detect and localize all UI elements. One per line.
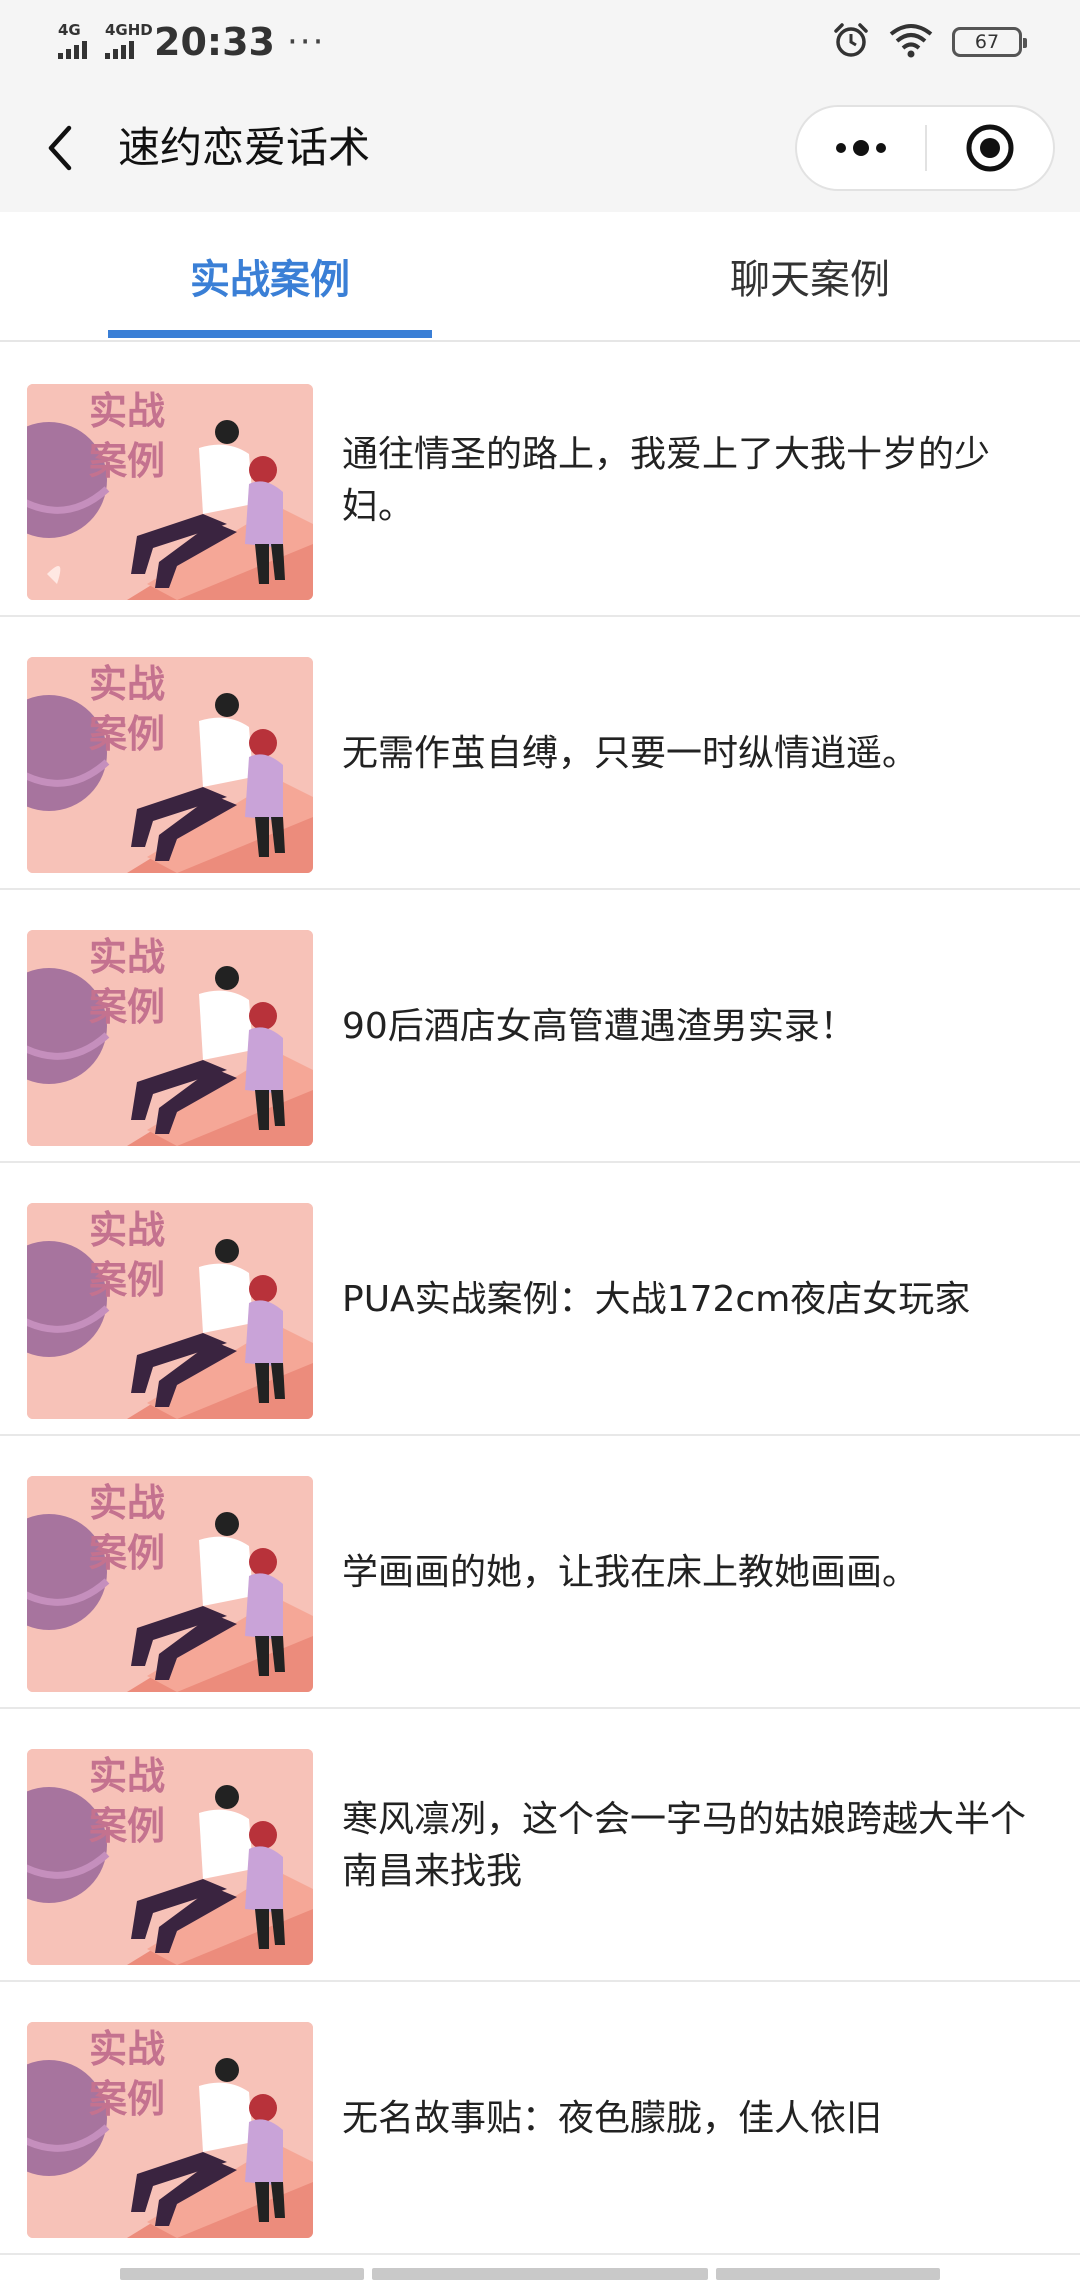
thumbnail-caption-line2: 案例 — [89, 1804, 165, 1848]
thumbnail-caption-line2: 案例 — [89, 1531, 165, 1575]
chevron-left-icon — [48, 125, 72, 171]
list-item[interactable]: 实战 案例 寒风凛冽，这个会一字马的姑娘跨越大半个南昌来找我 — [0, 1709, 1080, 1982]
thumbnail-caption-line1: 实战 — [89, 1754, 165, 1798]
miniprogram-capsule — [795, 105, 1055, 191]
list-item[interactable]: 实战 案例 学画画的她，让我在床上教她画画。 — [0, 1436, 1080, 1709]
item-title: 学画画的她，让我在床上教她画画。 — [342, 1551, 919, 1593]
list-item[interactable]: 实战 案例 PUA实战案例：大战172cm夜店女玩家 — [0, 1163, 1080, 1436]
thumbnail-caption-line2: 案例 — [89, 712, 165, 756]
more-notifications-icon: ··· — [286, 22, 326, 62]
tab-chat-cases[interactable]: 聊天案例 — [540, 212, 1080, 340]
list-item[interactable]: 实战 案例 通往情圣的路上，我爱上了大我十岁的少妇。 — [0, 344, 1080, 617]
signal-1: 4G — [58, 21, 87, 59]
case-thumbnail: 实战 案例 — [27, 1203, 313, 1419]
thumbnail-caption-line1: 实战 — [89, 389, 165, 433]
item-title: 通往情圣的路上，我爱上了大我十岁的少妇。 — [342, 433, 991, 527]
item-title: 90后酒店女高管遭遇渣男实录！ — [342, 1005, 856, 1047]
thumbnail-caption-line2: 案例 — [89, 985, 165, 1029]
active-tab-indicator — [108, 330, 432, 338]
case-thumbnail: 实战 案例 — [27, 930, 313, 1146]
status-left: 4G 4GHD 20:33 ··· — [58, 20, 325, 64]
list-item[interactable]: 实战 案例 90后酒店女高管遭遇渣男实录！ — [0, 890, 1080, 1163]
case-thumbnail: 实战 案例 — [27, 2022, 313, 2238]
alarm-icon — [832, 21, 870, 63]
battery-icon: 67 — [952, 27, 1027, 57]
case-thumbnail: 实战 案例 — [27, 1476, 313, 1692]
next-item-hint — [372, 2268, 708, 2280]
item-title: 无需作茧自缚，只要一时纵情逍遥。 — [342, 732, 919, 774]
network-label-1: 4G — [58, 21, 81, 39]
next-item-hint — [716, 2268, 940, 2280]
next-item-hint — [120, 2268, 364, 2280]
clock: 20:33 — [154, 20, 275, 64]
thumbnail-caption-line1: 实战 — [89, 2027, 165, 2071]
nav-bar: 速约恋爱话术 — [0, 84, 1080, 212]
more-button[interactable] — [797, 107, 925, 189]
tab-bar: 实战案例 聊天案例 — [0, 212, 1080, 342]
case-thumbnail: 实战 案例 — [27, 1749, 313, 1965]
case-list: 实战 案例 通往情圣的路上，我爱上了大我十岁的少妇。 实战 案例 无需作茧自缚，… — [0, 344, 1080, 2255]
battery-level: 67 — [974, 31, 1000, 53]
thumbnail-caption-line1: 实战 — [89, 662, 165, 706]
target-close-icon — [966, 124, 1014, 172]
network-label-2: 4GHD — [105, 21, 153, 39]
item-title: PUA实战案例：大战172cm夜店女玩家 — [342, 1278, 971, 1320]
thumbnail-caption-line1: 实战 — [89, 935, 165, 979]
thumbnail-caption-line2: 案例 — [89, 439, 165, 483]
page-title: 速约恋爱话术 — [118, 123, 371, 172]
case-thumbnail: 实战 案例 — [27, 657, 313, 873]
more-dots-icon — [836, 140, 886, 156]
case-thumbnail: 实战 案例 — [27, 384, 313, 600]
signal-bars-icon — [105, 41, 134, 59]
signal-2: 4GHD — [105, 21, 153, 59]
back-button[interactable] — [30, 118, 90, 178]
thumbnail-caption-line2: 案例 — [89, 1258, 165, 1302]
signal-bars-icon — [58, 41, 87, 59]
item-title: 寒风凛冽，这个会一字马的姑娘跨越大半个南昌来找我 — [342, 1798, 1027, 1892]
close-button[interactable] — [927, 107, 1053, 189]
thumbnail-caption-line1: 实战 — [89, 1481, 165, 1525]
list-item[interactable]: 实战 案例 无需作茧自缚，只要一时纵情逍遥。 — [0, 617, 1080, 890]
list-item[interactable]: 实战 案例 无名故事贴：夜色朦胧，佳人依旧 — [0, 1982, 1080, 2255]
status-right: 67 — [832, 21, 1027, 63]
thumbnail-caption-line1: 实战 — [89, 1208, 165, 1252]
wifi-icon — [888, 22, 934, 62]
tab-combat-cases[interactable]: 实战案例 — [0, 212, 540, 340]
status-bar: 4G 4GHD 20:33 ··· 67 — [0, 0, 1080, 84]
thumbnail-caption-line2: 案例 — [89, 2077, 165, 2121]
item-title: 无名故事贴：夜色朦胧，佳人依旧 — [342, 2097, 883, 2139]
